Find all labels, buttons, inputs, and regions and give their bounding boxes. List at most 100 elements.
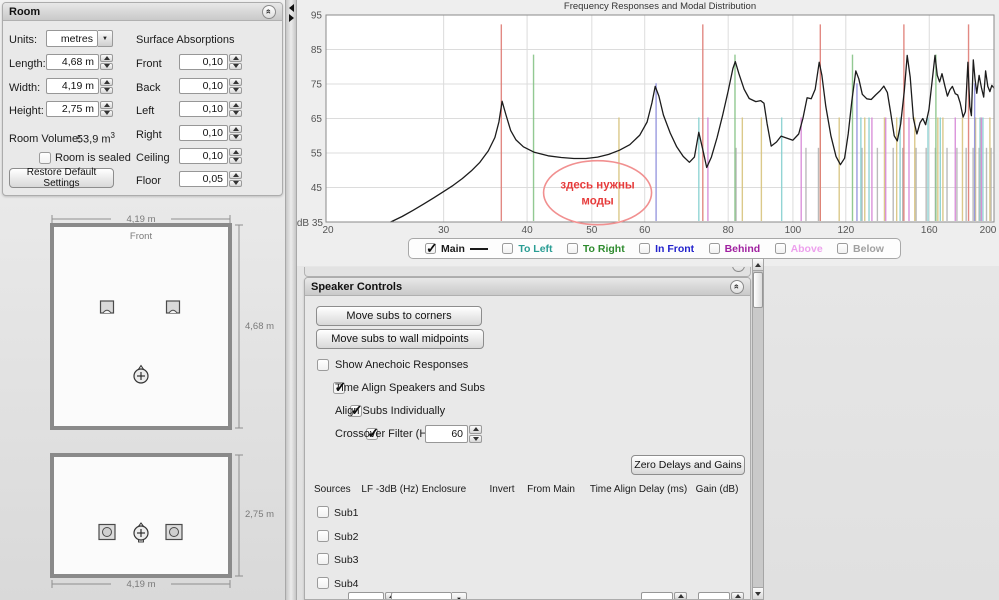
speaker-icon[interactable] (101, 301, 114, 313)
room-sealed-checkbox[interactable] (39, 152, 51, 164)
legend-checkbox-main[interactable] (425, 243, 436, 254)
restore-defaults-button[interactable]: Restore Default Settings (9, 168, 114, 188)
sub-delay-spinner[interactable] (641, 592, 687, 600)
zero-delays-gains-button[interactable]: Zero Delays and Gains (631, 455, 745, 475)
sub-enclosure-dropdown[interactable]: ▼ (391, 592, 467, 600)
width-spin-down[interactable] (100, 87, 113, 95)
y-tick-label: 95 (311, 11, 323, 22)
width-spin-buttons[interactable] (100, 78, 113, 94)
column-header-gain-db-: Gain (dB) (696, 484, 739, 495)
right-absorption-spin-buttons[interactable] (229, 125, 242, 141)
front-absorption-spinner[interactable]: 0,10 (179, 54, 242, 70)
move-subs-midpoints-button[interactable]: Move subs to wall midpoints (316, 329, 484, 349)
legend-label-below: Below (853, 243, 884, 255)
sub4-checkbox[interactable] (317, 577, 329, 589)
back-absorption-spin-buttons[interactable] (229, 78, 242, 94)
width-spin-up[interactable] (100, 78, 113, 86)
units-label: Units: (9, 34, 37, 46)
legend-checkbox-behind[interactable] (709, 243, 720, 254)
scrollbar-thumb[interactable] (753, 272, 763, 308)
collapsed-panel-collapse-button[interactable] (732, 267, 745, 272)
legend-checkbox-to-left[interactable] (502, 243, 513, 254)
front-spin-up[interactable] (229, 54, 242, 62)
x-tick-label: 80 (723, 225, 735, 236)
back-spin-down[interactable] (229, 87, 242, 95)
right-absorption-spinner[interactable]: 0,10 (179, 125, 242, 141)
height-value[interactable]: 2,75 m (46, 101, 99, 117)
subwoofer-icon[interactable] (99, 525, 115, 540)
ceiling-spin-down[interactable] (229, 157, 242, 165)
floor-spin-down[interactable] (229, 180, 242, 188)
sub-gain-spinner[interactable] (698, 592, 744, 600)
column-header-sources: Sources (314, 484, 351, 495)
sub1-checkbox[interactable] (317, 506, 329, 518)
units-dropdown[interactable]: metres ▼ (46, 30, 113, 47)
floor-absorption-spin-buttons[interactable] (229, 171, 242, 187)
y-tick-label: 85 (311, 45, 323, 56)
speaker-controls-collapse-button[interactable]: « (730, 280, 744, 294)
pane-divider[interactable] (285, 0, 297, 600)
left-absorption-value[interactable]: 0,10 (179, 101, 228, 117)
floor-absorption-value[interactable]: 0,05 (179, 171, 228, 187)
front-absorption-value[interactable]: 0,10 (179, 54, 228, 70)
length-value[interactable]: 4,68 m (46, 54, 99, 70)
front-absorption-spin-buttons[interactable] (229, 54, 242, 70)
left-spin-down[interactable] (229, 110, 242, 118)
legend-checkbox-above[interactable] (775, 243, 786, 254)
back-absorption-spinner[interactable]: 0,10 (179, 78, 242, 94)
legend-checkbox-in-front[interactable] (639, 243, 650, 254)
crossover-value[interactable]: 60 (425, 425, 468, 443)
floor-spin-up[interactable] (229, 171, 242, 179)
subwoofer-icon[interactable] (166, 525, 182, 540)
crossover-spinner[interactable]: 60 (425, 425, 482, 443)
collapsed-panel-edge (304, 267, 751, 277)
legend-item-to-right: To Right (567, 243, 625, 255)
crossover-spin-up[interactable] (469, 425, 482, 434)
height-spinner[interactable]: 2,75 m (46, 101, 113, 117)
legend-checkbox-to-right[interactable] (567, 243, 578, 254)
expand-right-arrow-icon[interactable] (289, 14, 294, 22)
y-tick-label: 75 (311, 80, 323, 91)
crossover-spin-buttons[interactable] (469, 425, 482, 443)
back-spin-up[interactable] (229, 78, 242, 86)
room-panel-collapse-button[interactable]: « (262, 5, 276, 19)
collapse-left-arrow-icon[interactable] (289, 4, 294, 12)
right-absorption-value[interactable]: 0,10 (179, 125, 228, 141)
width-spinner[interactable]: 4,19 m (46, 78, 113, 94)
front-wall-label: Front (130, 231, 153, 242)
length-spin-up[interactable] (100, 54, 113, 62)
show-anechoic-checkbox[interactable] (317, 359, 329, 371)
crossover-spin-down[interactable] (469, 435, 482, 444)
room-outline (52, 225, 230, 428)
left-absorption-spinner[interactable]: 0,10 (179, 101, 242, 117)
units-dropdown-button[interactable]: ▼ (98, 30, 113, 47)
scroll-up-button[interactable] (753, 259, 763, 271)
height-spin-buttons[interactable] (100, 101, 113, 117)
left-absorption-spin-buttons[interactable] (229, 101, 242, 117)
vertical-scrollbar[interactable] (752, 258, 764, 600)
floor-absorption-spinner[interactable]: 0,05 (179, 171, 242, 187)
units-value[interactable]: metres (46, 30, 98, 47)
ceiling-absorption-spinner[interactable]: 0,10 (179, 148, 242, 164)
legend-item-behind: Behind (709, 243, 761, 255)
front-spin-down[interactable] (229, 63, 242, 71)
sub2-checkbox[interactable] (317, 530, 329, 542)
right-spin-down[interactable] (229, 134, 242, 142)
sub3-checkbox[interactable] (317, 553, 329, 565)
ceiling-spin-up[interactable] (229, 148, 242, 156)
length-spinner[interactable]: 4,68 m (46, 54, 113, 70)
back-absorption-value[interactable]: 0,10 (179, 78, 228, 94)
move-subs-corners-button[interactable]: Move subs to corners (316, 306, 482, 326)
length-spin-buttons[interactable] (100, 54, 113, 70)
width-value[interactable]: 4,19 m (46, 78, 99, 94)
speaker-icon[interactable] (167, 301, 180, 313)
length-spin-down[interactable] (100, 63, 113, 71)
ceiling-absorption-value[interactable]: 0,10 (179, 148, 228, 164)
right-spin-up[interactable] (229, 125, 242, 133)
scroll-down-button[interactable] (753, 587, 763, 599)
height-spin-down[interactable] (100, 110, 113, 118)
legend-checkbox-below[interactable] (837, 243, 848, 254)
height-spin-up[interactable] (100, 101, 113, 109)
left-spin-up[interactable] (229, 101, 242, 109)
ceiling-absorption-spin-buttons[interactable] (229, 148, 242, 164)
